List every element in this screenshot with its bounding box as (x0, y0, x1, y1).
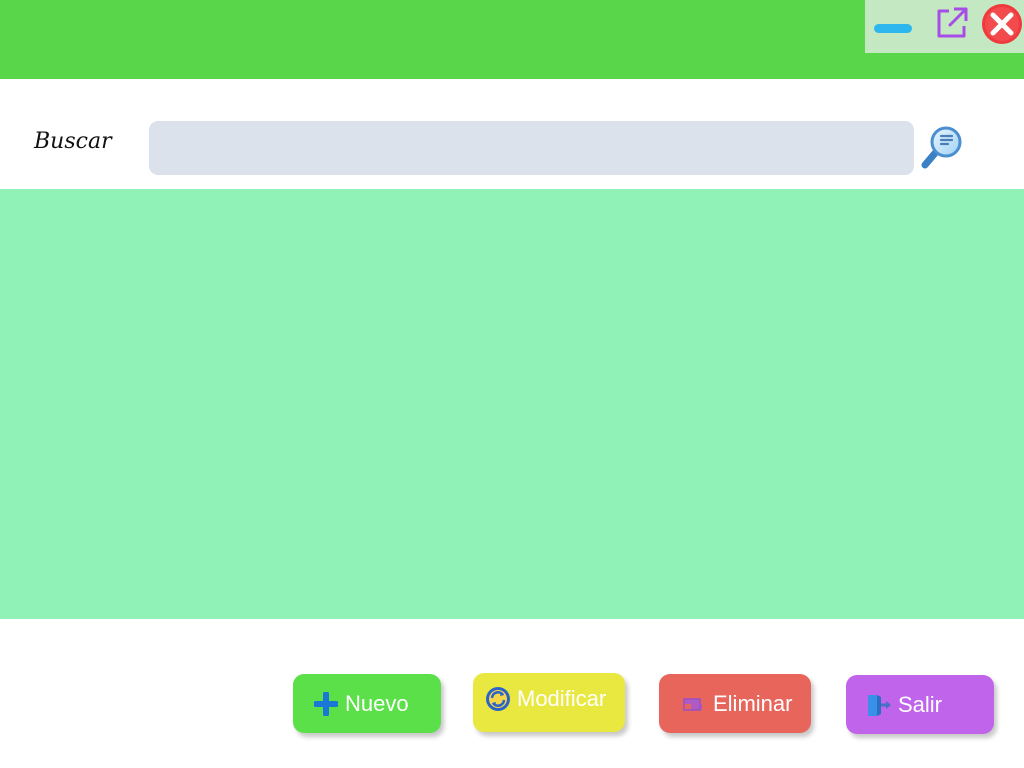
new-button-label: Nuevo (345, 690, 409, 716)
exit-button[interactable]: Salir (846, 675, 994, 734)
results-area (0, 189, 1024, 619)
magnifier-icon (921, 126, 962, 169)
search-label: Buscar (34, 129, 112, 154)
refresh-icon (485, 686, 511, 712)
delete-button-label: Eliminar (713, 690, 793, 716)
close-button[interactable] (980, 3, 1024, 45)
external-link-icon (937, 7, 968, 38)
minimize-button[interactable] (870, 15, 916, 41)
window-controls (865, 0, 1024, 53)
close-icon (982, 4, 1022, 44)
modify-button[interactable]: Modificar (473, 673, 625, 732)
search-button[interactable] (919, 124, 965, 172)
new-button[interactable]: Nuevo (293, 674, 441, 733)
title-bar (0, 0, 1024, 79)
delete-icon (681, 691, 707, 717)
exit-button-label: Salir (898, 691, 943, 717)
minimize-icon (874, 24, 912, 33)
exit-door-icon (866, 692, 892, 718)
modify-button-label: Modificar (517, 686, 607, 711)
plus-icon (313, 691, 339, 717)
maximize-button[interactable] (934, 5, 970, 41)
search-input[interactable] (149, 121, 914, 175)
delete-button[interactable]: Eliminar (659, 674, 811, 733)
